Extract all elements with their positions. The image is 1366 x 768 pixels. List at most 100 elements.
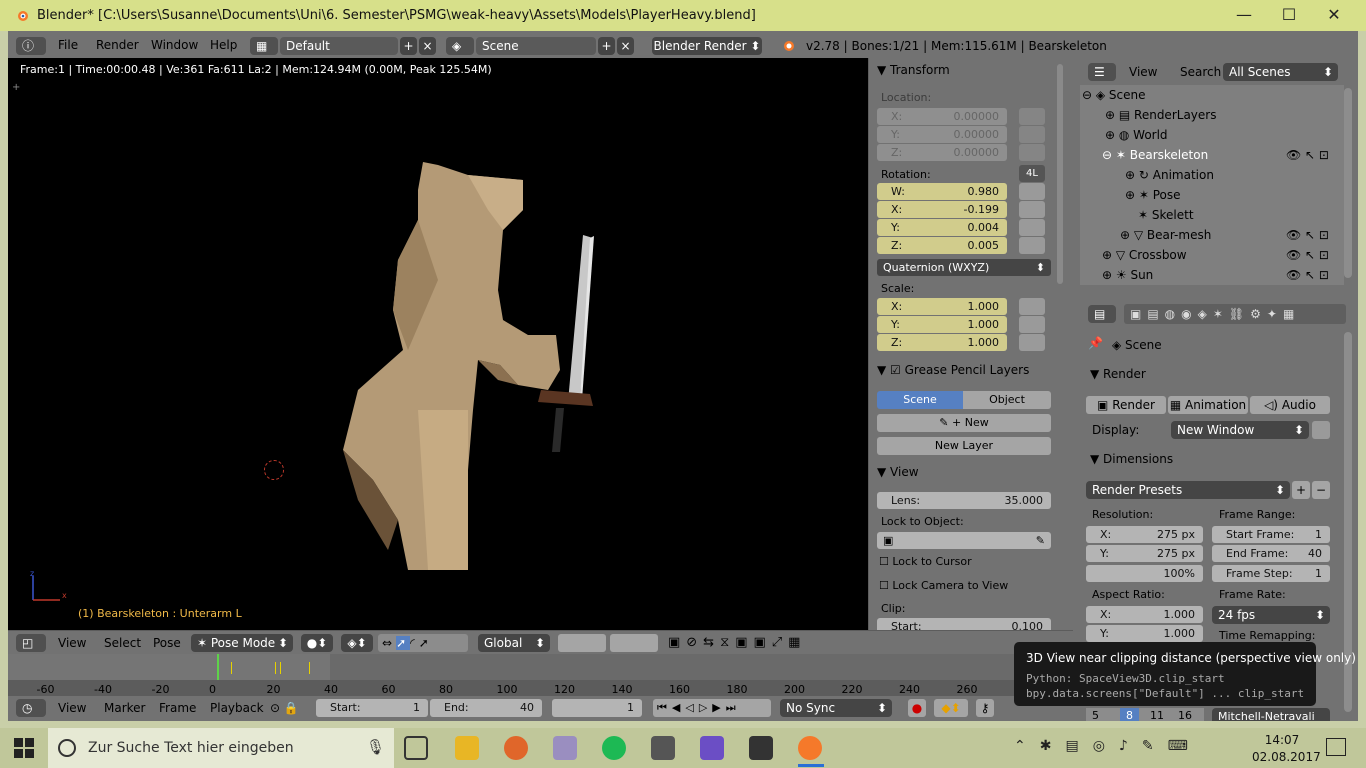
gp-object-tab[interactable]: Object xyxy=(963,391,1051,409)
menu-render[interactable]: Render xyxy=(96,38,139,52)
add-layout-icon[interactable]: + xyxy=(400,37,417,55)
remove-layout-icon[interactable]: × xyxy=(419,37,436,55)
aspect-x-field[interactable]: X: 1.000 xyxy=(1086,606,1203,623)
transform-manipulator-tools[interactable]: ⇔➚◜➚ xyxy=(378,634,468,652)
microphone-icon[interactable]: 🎙 xyxy=(366,738,385,756)
3d-view-menu-pose[interactable]: Pose xyxy=(153,636,181,650)
outliner-row-world[interactable]: ⊕ ◍ World xyxy=(1080,125,1344,145)
start-frame-field[interactable]: Start Frame: 1 xyxy=(1212,526,1330,543)
rotation-w-field[interactable]: W: 0.980 xyxy=(877,183,1007,200)
lock-icon[interactable] xyxy=(1019,316,1045,333)
dimensions-panel-header[interactable]: ▼ Dimensions xyxy=(1090,452,1173,466)
outliner-filter-select[interactable]: All Scenes ⬍ xyxy=(1223,63,1338,81)
grease-pencil-header[interactable]: ▼ ☑ Grease Pencil Layers xyxy=(877,363,1029,377)
outliner-scrollbar[interactable] xyxy=(1344,88,1352,278)
maximize-button[interactable]: ☐ xyxy=(1269,4,1309,26)
resolution-y-field[interactable]: Y: 275 px xyxy=(1086,545,1203,562)
keyframe-marker[interactable] xyxy=(280,662,282,674)
outliner-row-renderlayers[interactable]: ⊕ ▤ RenderLayers xyxy=(1080,105,1344,125)
antialiasing-samples-row[interactable]: 5 8 11 16 xyxy=(1086,708,1204,721)
3d-view-menu-view[interactable]: View xyxy=(58,636,86,650)
outliner-view-menu[interactable]: View xyxy=(1129,65,1157,79)
clock-date[interactable]: 02.08.2017 xyxy=(1252,750,1321,764)
lock-icon[interactable] xyxy=(1019,108,1045,125)
remove-scene-icon[interactable]: × xyxy=(617,37,634,55)
location-z-field[interactable]: Z: 0.00000 xyxy=(877,144,1007,161)
add-preset-icon[interactable]: + xyxy=(1292,481,1310,499)
frame-rate-select[interactable]: 24 fps ⬍ xyxy=(1212,606,1330,624)
end-frame-field[interactable]: End Frame: 40 xyxy=(1212,545,1330,562)
timeline-menu-frame[interactable]: Frame xyxy=(159,701,196,715)
task-view-icon[interactable] xyxy=(404,736,428,760)
outliner-row-bearskeleton[interactable]: ⊖ ✶ Bearskeleton 👁 ↖ ⊡ xyxy=(1080,145,1344,165)
outliner-row-sun[interactable]: ⊕ ☀ Sun 👁 ↖ ⊡ xyxy=(1080,265,1344,285)
outliner-search-menu[interactable]: Search xyxy=(1180,65,1221,79)
lock-icon[interactable] xyxy=(1019,237,1045,254)
timeline-end-field[interactable]: End: 40 xyxy=(430,699,542,717)
unity-icon[interactable] xyxy=(749,736,773,760)
remove-preset-icon[interactable]: − xyxy=(1312,481,1330,499)
playback-controls[interactable]: ⏮◀◁▷▶⏭ xyxy=(653,699,771,717)
viewport-shading-select[interactable]: ●⬍ xyxy=(301,634,333,652)
menu-file[interactable]: File xyxy=(58,38,78,52)
render-engine-select[interactable]: Blender Render ⬍ xyxy=(652,37,762,55)
3d-view-editor-icon[interactable]: ◰ xyxy=(16,634,46,652)
clip-start-field[interactable]: Start: 0.100 xyxy=(877,618,1051,630)
render-audio-button[interactable]: ◁) Audio xyxy=(1250,396,1330,414)
record-icon[interactable]: ● xyxy=(908,699,926,717)
render-button[interactable]: ▣ Render xyxy=(1086,396,1166,414)
timeline-editor-icon[interactable]: ◷ xyxy=(16,699,46,717)
current-frame-field[interactable]: 1 xyxy=(552,699,642,717)
scene-field[interactable]: Scene xyxy=(476,37,596,55)
3d-view-menu-select[interactable]: Select xyxy=(104,636,141,650)
outliner-row-crossbow[interactable]: ⊕ ▽ Crossbow 👁 ↖ ⊡ xyxy=(1080,245,1344,265)
visibility-eye-icon[interactable]: 👁 ↖ ⊡ xyxy=(1286,145,1329,165)
timeline-menu-playback[interactable]: Playback xyxy=(210,701,264,715)
scale-x-field[interactable]: X: 1.000 xyxy=(877,298,1007,315)
display-select[interactable]: New Window ⬍ xyxy=(1171,421,1309,439)
rotation-mode-select[interactable]: Quaternion (WXYZ) ⬍ xyxy=(877,259,1051,276)
transform-panel-header[interactable]: ▼ Transform xyxy=(877,63,950,77)
orientation-select[interactable]: Global ⬍ xyxy=(478,634,550,652)
notifications-icon[interactable] xyxy=(1326,738,1346,756)
file-explorer-icon[interactable] xyxy=(455,736,479,760)
resolution-x-field[interactable]: X: 275 px xyxy=(1086,526,1203,543)
view-panel-header[interactable]: ▼ View xyxy=(877,465,919,479)
keyframe-marker[interactable] xyxy=(274,662,276,674)
render-animation-button[interactable]: ▦ Animation xyxy=(1168,396,1248,414)
filter-type-select[interactable]: Mitchell-Netravali xyxy=(1212,708,1330,721)
gp-scene-tab[interactable]: Scene xyxy=(877,391,963,409)
paint-icon[interactable] xyxy=(553,736,577,760)
location-y-field[interactable]: Y: 0.00000 xyxy=(877,126,1007,143)
system-tray-icons[interactable]: ⌃✱▤◎♪✎⌨ xyxy=(1014,738,1202,754)
game-icon[interactable] xyxy=(651,736,675,760)
pin-icon[interactable]: 📌 xyxy=(1088,336,1103,350)
outliner-row-skelett[interactable]: ✶ Skelett xyxy=(1080,205,1344,225)
menu-window[interactable]: Window xyxy=(151,38,198,52)
purple-app-icon[interactable] xyxy=(700,736,724,760)
minimize-button[interactable]: — xyxy=(1224,4,1264,26)
snap-and-tools-icons[interactable]: ▣⊘⇆⧖▣▣⤢▦ xyxy=(668,634,848,652)
scale-y-field[interactable]: Y: 1.000 xyxy=(877,316,1007,333)
info-editor-icon[interactable]: ⓘ xyxy=(16,37,46,55)
location-x-field[interactable]: X: 0.00000 xyxy=(877,108,1007,125)
lock-icon[interactable] xyxy=(1312,421,1330,439)
spotify-icon[interactable] xyxy=(602,736,626,760)
layers-grid-2[interactable] xyxy=(610,634,658,652)
taskbar-search-box[interactable]: Zur Suche Text hier eingeben 🎙 xyxy=(48,728,394,768)
visibility-eye-icon[interactable]: 👁 ↖ ⊡ xyxy=(1286,225,1329,245)
properties-context-tabs[interactable]: ▣▤◍◉◈✶⛓⚙✦▦ xyxy=(1124,304,1346,324)
corner-plus-icon[interactable]: + xyxy=(12,82,20,93)
timeline-menu-marker[interactable]: Marker xyxy=(104,701,145,715)
rotation-z-field[interactable]: Z: 0.005 xyxy=(877,237,1007,254)
lock-icon[interactable] xyxy=(1019,201,1045,218)
rotation-y-field[interactable]: Y: 0.004 xyxy=(877,219,1007,236)
frame-step-field[interactable]: Frame Step: 1 xyxy=(1212,565,1330,582)
lock-icon[interactable] xyxy=(1019,126,1045,143)
outliner-row-bear-mesh[interactable]: ⊕ ▽ Bear-mesh 👁 ↖ ⊡ xyxy=(1080,225,1344,245)
outliner-editor-icon[interactable]: ☰ xyxy=(1088,63,1116,81)
lock-icon[interactable] xyxy=(1019,298,1045,315)
gp-new-button[interactable]: ✎ + New xyxy=(877,414,1051,432)
current-frame-indicator[interactable] xyxy=(217,654,219,680)
outliner-row-animation[interactable]: ⊕ ↻ Animation xyxy=(1080,165,1344,185)
